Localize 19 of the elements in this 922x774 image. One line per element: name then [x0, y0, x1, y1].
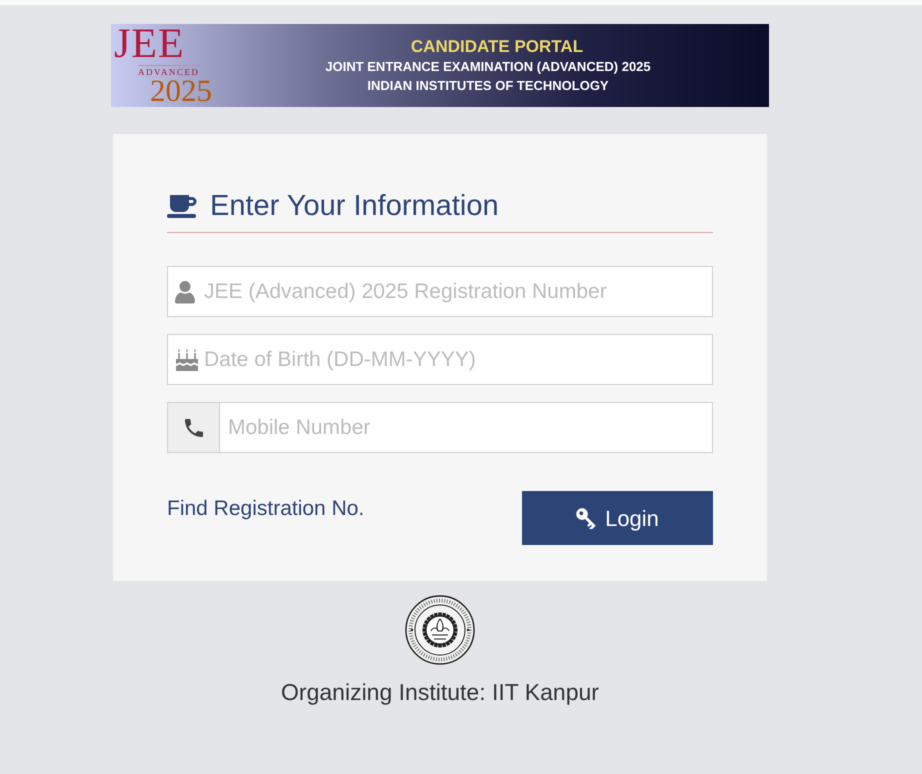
cup-icon	[167, 194, 198, 218]
banner-subtitle: INDIAN INSTITUTES OF TECHNOLOGY	[367, 76, 609, 94]
logo-year: 2025	[150, 77, 212, 104]
emblem-icon	[405, 595, 475, 665]
cake-icon	[175, 348, 199, 372]
logo-tagline: ADVANCED	[138, 65, 200, 77]
phone-icon	[184, 418, 202, 436]
key-icon	[576, 508, 598, 528]
logo-wordmark: JEE	[114, 26, 185, 62]
banner-subtitle: JOINT ENTRANCE EXAMINATION (ADVANCED) 2025	[325, 58, 651, 76]
mobile-number-field[interactable]: Mobile Number	[219, 402, 713, 453]
form-heading: Enter Your Information	[210, 189, 499, 224]
date-of-birth-field[interactable]: Date of Birth (DD-MM-YYYY)	[167, 334, 713, 385]
organizing-institute-text: Organizing Institute: IIT Kanpur	[281, 678, 599, 707]
find-registration-link[interactable]: Find Registration No.	[167, 493, 364, 524]
registration-number-field[interactable]: JEE (Advanced) 2025 Registration Number	[167, 266, 713, 317]
login-button[interactable]: Login	[522, 491, 713, 545]
user-icon	[175, 280, 195, 303]
portal-title: CANDIDATE PORTAL	[410, 36, 584, 56]
